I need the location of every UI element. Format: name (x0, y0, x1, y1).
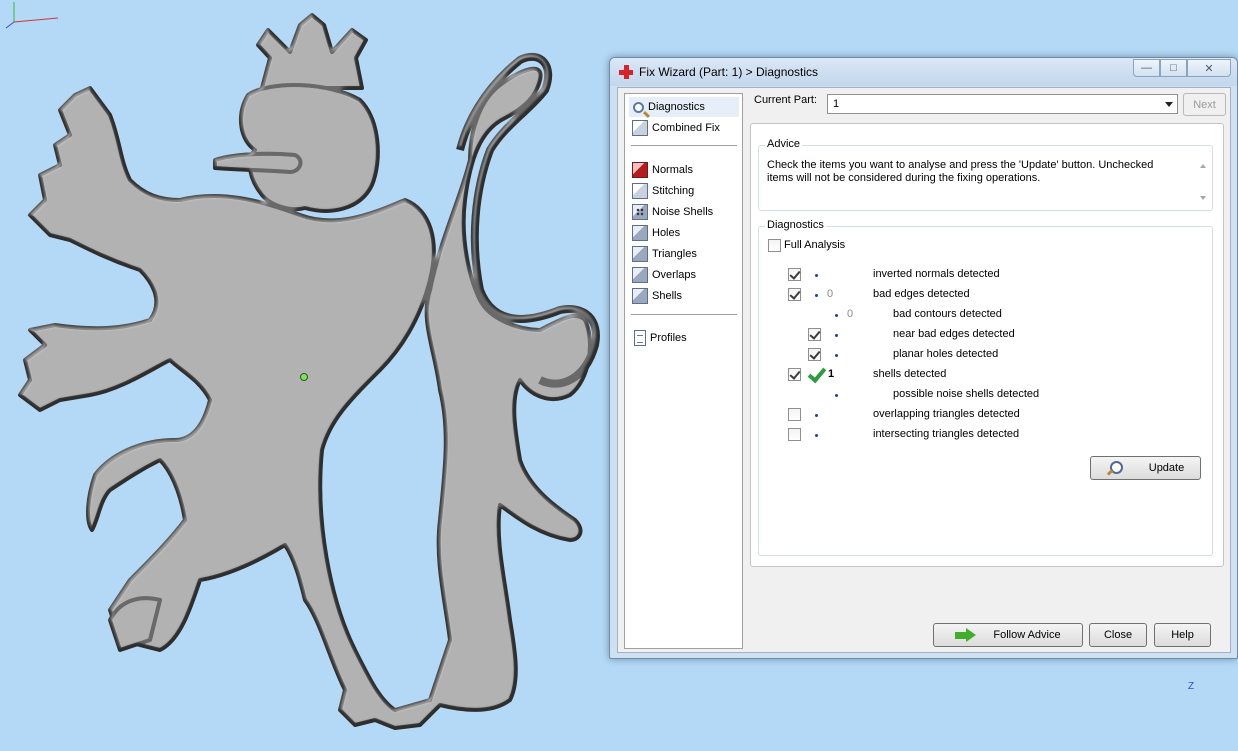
status-dot (815, 274, 818, 277)
chevron-down-icon (1165, 102, 1173, 107)
nav-item-label: Combined Fix (652, 122, 720, 134)
nav-item-profiles[interactable]: Profiles (629, 328, 739, 348)
intersecting-triangles-label: intersecting triangles detected (873, 428, 1020, 440)
nav-item-label: Noise Shells (652, 206, 714, 218)
shells-count: 1 (828, 368, 835, 380)
overlapping-triangles-checkbox[interactable] (788, 408, 801, 421)
inverted-normals-label: inverted normals detected (873, 268, 1000, 280)
cube-icon (632, 288, 648, 304)
advice-group: Advice Check the items you want to analy… (758, 138, 1213, 211)
update-button[interactable]: Update (1090, 456, 1201, 480)
magnifier-icon (1107, 461, 1123, 475)
axis-z-label: Z (1188, 681, 1195, 692)
wizard-client-area: Diagnostics Combined Fix Normals Stitchi… (617, 87, 1231, 653)
noise-shells-label: possible noise shells detected (893, 388, 1040, 400)
red-cube-icon (632, 162, 648, 178)
status-dot (835, 354, 838, 357)
status-dot (835, 314, 838, 317)
window-title: Fix Wizard (Part: 1) > Diagnostics (639, 65, 819, 79)
bad-contours-label: bad contours detected (893, 308, 1002, 320)
nav-item-label: Stitching (652, 185, 695, 197)
close-button[interactable]: Close (1089, 623, 1147, 647)
document-icon (634, 330, 646, 346)
diagnostics-panel: Advice Check the items you want to analy… (750, 123, 1224, 567)
inverted-normals-checkbox[interactable] (788, 268, 801, 281)
advice-text: Check the items you want to analyse and … (767, 159, 1154, 184)
cube-icon (632, 225, 648, 241)
cube-icon (632, 183, 648, 199)
nav-item-label: Shells (652, 290, 682, 302)
nav-item-label: Normals (652, 164, 693, 176)
nav-item-normals[interactable]: Normals (629, 160, 739, 180)
maximize-button[interactable]: □ (1160, 59, 1187, 77)
current-part-value: 1 (833, 98, 840, 110)
dotted-cube-icon (632, 204, 648, 220)
nav-item-triangles[interactable]: Triangles (629, 244, 739, 264)
nav-divider (631, 314, 737, 315)
planar-holes-checkbox[interactable] (808, 348, 821, 361)
status-dot (815, 414, 818, 417)
nav-item-label: Diagnostics (648, 101, 705, 113)
follow-advice-button[interactable]: Follow Advice (933, 623, 1083, 647)
nav-item-label: Triangles (652, 248, 697, 260)
window-controls: — □ ✕ (1133, 59, 1231, 77)
close-window-button[interactable]: ✕ (1187, 59, 1231, 77)
bad-edges-checkbox[interactable] (788, 288, 801, 301)
nav-item-noise-shells[interactable]: Noise Shells (629, 202, 739, 222)
magnifier-icon (633, 101, 644, 113)
cube-icon (632, 120, 648, 136)
near-bad-edges-label: near bad edges detected (893, 328, 1015, 340)
nav-item-holes[interactable]: Holes (629, 223, 739, 243)
current-part-select[interactable]: 1 (827, 94, 1178, 114)
planar-holes-label: planar holes detected (893, 348, 999, 360)
title-bar[interactable]: Fix Wizard (Part: 1) > Diagnostics — □ ✕ (610, 58, 1237, 86)
full-analysis-checkbox[interactable] (768, 239, 781, 252)
nav-item-diagnostics[interactable]: Diagnostics (629, 97, 739, 117)
diagnostics-title: Diagnostics (765, 219, 826, 231)
nav-item-combined-fix[interactable]: Combined Fix (629, 118, 739, 138)
status-dot (835, 334, 838, 337)
current-part-label: Current Part: (754, 94, 817, 106)
nav-item-overlaps[interactable]: Overlaps (629, 265, 739, 285)
status-dot (815, 434, 818, 437)
wizard-nav: Diagnostics Combined Fix Normals Stitchi… (624, 93, 743, 649)
cube-icon (632, 267, 648, 283)
status-dot (835, 394, 838, 397)
fix-wizard-window: Fix Wizard (Part: 1) > Diagnostics — □ ✕… (609, 57, 1238, 659)
advice-title: Advice (765, 138, 803, 150)
full-analysis-label: Full Analysis (784, 239, 846, 251)
next-button[interactable]: Next (1183, 93, 1226, 116)
update-button-label: Update (1148, 462, 1185, 474)
status-dot (815, 294, 818, 297)
nav-item-shells[interactable]: Shells (629, 286, 739, 306)
bad-edges-label: bad edges detected (873, 288, 970, 300)
near-bad-edges-checkbox[interactable] (808, 328, 821, 341)
arrow-right-icon (955, 628, 977, 642)
nav-item-label: Holes (652, 227, 681, 239)
cube-icon (632, 246, 648, 262)
bad-edges-count: 0 (827, 288, 834, 300)
shells-label: shells detected (873, 368, 947, 380)
axis-triad (5, 2, 58, 29)
ok-check-icon (808, 366, 824, 382)
scroll-down-icon[interactable] (1200, 196, 1206, 200)
intersecting-triangles-checkbox[interactable] (788, 428, 801, 441)
diagnostics-group: Diagnostics Full Analysis inverted norma… (758, 219, 1213, 556)
overlapping-triangles-label: overlapping triangles detected (873, 408, 1020, 420)
help-button[interactable]: Help (1154, 623, 1211, 647)
shells-checkbox[interactable] (788, 368, 801, 381)
bad-contours-count: 0 (847, 308, 854, 320)
red-cross-icon (619, 65, 633, 79)
nav-item-label: Profiles (650, 332, 687, 344)
follow-advice-label: Follow Advice (993, 629, 1061, 641)
scroll-up-icon[interactable] (1200, 164, 1206, 168)
nav-item-stitching[interactable]: Stitching (629, 181, 739, 201)
minimize-button[interactable]: — (1133, 59, 1160, 77)
nav-divider (631, 145, 737, 146)
nav-item-label: Overlaps (652, 269, 697, 281)
advice-scrollbar[interactable] (1195, 158, 1211, 206)
